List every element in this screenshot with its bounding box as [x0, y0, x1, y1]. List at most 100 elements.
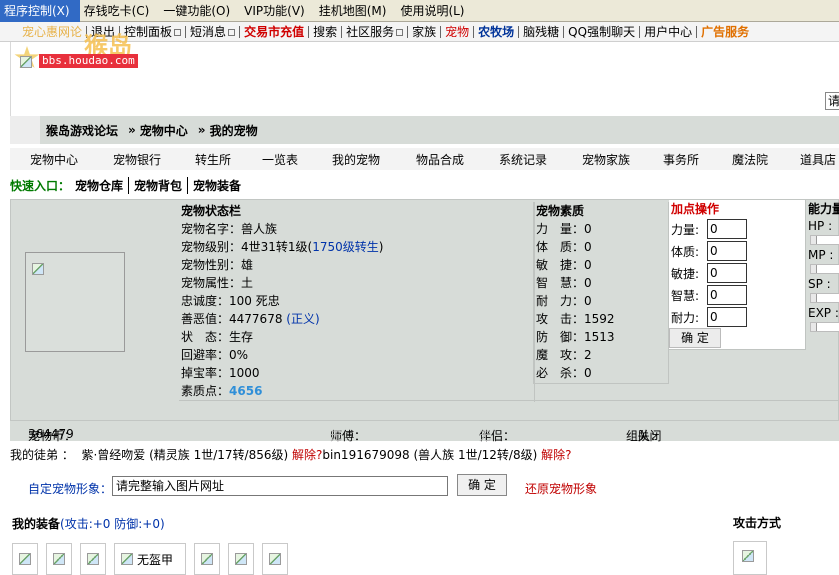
quick-pet-backpack[interactable]: 宠物背包 — [128, 176, 187, 194]
nav-trade-recharge[interactable]: 交易市充值 — [240, 25, 310, 38]
menu-save-money[interactable]: 存钱吃卡(C) — [80, 2, 160, 19]
release-disciple-link[interactable]: 解除? — [541, 448, 571, 462]
quick-entry-label: 快速入口： — [10, 178, 71, 193]
status-label: 宠物名字： — [181, 222, 242, 236]
pet-avatar — [25, 252, 125, 352]
tab-my-pet[interactable]: 我的宠物 — [332, 151, 380, 168]
rebirth-level-link[interactable]: 1750级转生 — [312, 240, 379, 254]
nav-pet[interactable]: 宠物 — [441, 25, 475, 38]
equipment-slot[interactable] — [228, 543, 254, 575]
sp-bar — [810, 293, 839, 303]
disciple-item: bin191679098 (兽人族 1世/12转/8级) — [322, 448, 538, 462]
status-value: 4477678 — [229, 312, 283, 326]
status-karma-row: 善恶值：4477678 (正义) — [181, 310, 533, 328]
trait-row: 体 质：0 — [534, 238, 668, 256]
quick-pet-equipment[interactable]: 宠物装备 — [187, 176, 246, 194]
status-label: 素质点： — [181, 384, 230, 398]
status-label: 忠诚度： — [181, 294, 230, 308]
restore-image-link[interactable]: 还原宠物形象 — [525, 480, 597, 497]
equipment-slot[interactable] — [194, 543, 220, 575]
status-attr-row: 宠物属性：土 — [181, 274, 533, 292]
add-point-label: 体质: — [671, 244, 700, 259]
status-state-row: 状 态：生存 — [181, 328, 533, 346]
trait-value: 0 — [584, 276, 592, 290]
tab-pet-bank[interactable]: 宠物银行 — [113, 151, 161, 168]
tab-office[interactable]: 事务所 — [663, 151, 699, 168]
status-name-row: 宠物名字：兽人族 — [181, 220, 533, 238]
attack-mode-slot[interactable] — [733, 541, 767, 575]
menu-help[interactable]: 使用说明(L) — [396, 2, 474, 19]
disciples-row: 我的徒弟 ： 紫·曾经吻爱 (精灵族 1世/17转/856级) 解除?bin19… — [10, 446, 571, 463]
tab-item-shop[interactable]: 道具店 — [800, 151, 836, 168]
broken-image-icon — [742, 550, 754, 562]
equipment-slot[interactable] — [80, 543, 106, 575]
header-area — [10, 42, 839, 116]
broken-image-icon — [201, 553, 213, 565]
status-value: ) — [378, 240, 384, 254]
trait-value: 0 — [584, 294, 592, 308]
equipment-slot[interactable] — [262, 543, 288, 575]
custom-image-confirm-button[interactable]: 确 定 — [457, 474, 507, 496]
image-url-input[interactable]: 请完整输入图片网址 — [112, 476, 448, 496]
menu-idle-map[interactable]: 挂机地图(M) — [315, 2, 397, 19]
nav-qq-chat[interactable]: QQ强制聊天 — [564, 25, 641, 38]
strength-input[interactable] — [707, 219, 747, 239]
tab-item-synthesis[interactable]: 物品合成 — [416, 151, 464, 168]
pet-coin-row: 宠物币： 364479 师傅：无 伴侣：无 组队： 关闭 — [10, 421, 839, 443]
breadcrumb-separator: » — [128, 123, 136, 137]
nav-candy[interactable]: 脑残糖 — [519, 25, 565, 38]
status-value: 1000 — [229, 366, 260, 380]
add-point-row: 耐力: — [669, 306, 805, 328]
nav-family[interactable]: 家族 — [408, 25, 442, 38]
status-level-row: 宠物级别：4世31转1级(1750级转生) — [181, 238, 533, 256]
add-points-confirm-button[interactable]: 确 定 — [669, 328, 721, 348]
hp-bar — [810, 235, 839, 245]
tab-rebirth[interactable]: 转生所 — [195, 151, 231, 168]
wisdom-input[interactable] — [707, 285, 747, 305]
nav-search[interactable]: 搜索 — [309, 25, 343, 38]
search-input-stub[interactable]: 请 — [825, 92, 839, 110]
trait-value: 1513 — [584, 330, 615, 344]
tab-magic-academy[interactable]: 魔法院 — [732, 151, 768, 168]
tab-pet-center[interactable]: 宠物中心 — [30, 151, 78, 168]
add-point-label: 敏捷: — [671, 266, 700, 281]
breadcrumb-spacer — [10, 116, 40, 144]
trait-value: 0 — [584, 258, 592, 272]
agility-input[interactable] — [707, 263, 747, 283]
dropdown-box-icon — [228, 28, 236, 36]
release-disciple-link[interactable]: 解除? — [292, 448, 322, 462]
status-label: 善恶值： — [181, 312, 230, 326]
trait-label: 力 量： — [536, 222, 585, 236]
equipment-slot[interactable] — [12, 543, 38, 575]
equipment-stats: (攻击:+0 防御:+0) — [60, 517, 165, 531]
constitution-input[interactable] — [707, 241, 747, 261]
nav-ad-service[interactable]: 广告服务 — [697, 26, 753, 38]
equipment-slot[interactable] — [46, 543, 72, 575]
dropdown-box-icon — [174, 28, 182, 36]
nav-messages[interactable]: 短消息 — [186, 24, 241, 39]
menu-one-key[interactable]: 一键功能(O) — [159, 2, 240, 19]
ability-panel: 能力量 HP : MP : SP : EXP : — [805, 200, 839, 350]
armor-slot[interactable]: 无盔甲 — [114, 543, 186, 575]
endurance-input[interactable] — [707, 307, 747, 327]
broken-image-icon — [235, 553, 247, 565]
menu-vip[interactable]: VIP功能(V) — [240, 2, 315, 19]
quick-pet-warehouse[interactable]: 宠物仓库 — [70, 177, 128, 194]
add-point-row: 体质: — [669, 240, 805, 262]
nav-user-center[interactable]: 用户中心 — [640, 25, 698, 38]
status-label: 回避率： — [181, 348, 230, 362]
panel-divider — [179, 400, 839, 401]
tab-pet-family[interactable]: 宠物家族 — [582, 151, 630, 168]
status-value: 土 — [241, 276, 254, 290]
status-value: 0% — [229, 348, 249, 362]
tab-overview[interactable]: 一览表 — [262, 151, 298, 168]
nav-community[interactable]: 社区服务 — [342, 25, 409, 38]
nav-messages-label: 短消息 — [190, 24, 227, 39]
tab-system-log[interactable]: 系统记录 — [499, 151, 547, 168]
menu-program-control[interactable]: 程序控制(X) — [0, 0, 80, 22]
broken-image-icon — [32, 263, 44, 275]
breadcrumb-my-pet[interactable]: 我的宠物 — [210, 122, 258, 139]
breadcrumb-forum[interactable]: 猴岛游戏论坛 — [46, 122, 118, 139]
breadcrumb-pet-center[interactable]: 宠物中心 — [140, 122, 188, 139]
nav-farm[interactable]: 农牧场 — [474, 25, 520, 38]
